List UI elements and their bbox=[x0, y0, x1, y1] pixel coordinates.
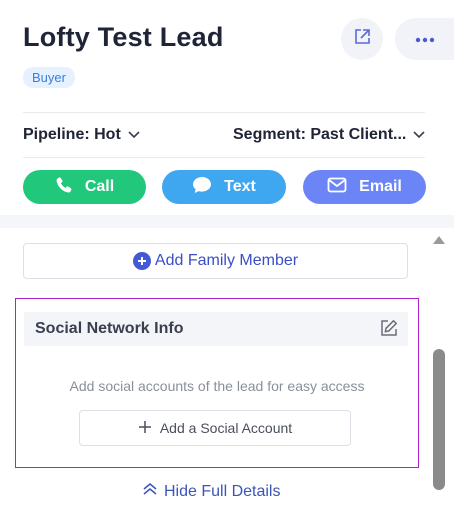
chat-icon bbox=[192, 176, 212, 199]
share-button[interactable] bbox=[341, 18, 383, 60]
segment-dropdown[interactable]: Segment: Past Client... bbox=[233, 126, 426, 144]
hide-full-details-link[interactable]: Hide Full Details bbox=[142, 482, 280, 501]
scrollbar-thumb[interactable] bbox=[433, 349, 445, 490]
add-family-member-button[interactable]: Add Family Member bbox=[23, 243, 408, 279]
email-label: Email bbox=[359, 178, 402, 195]
lead-type-badge[interactable]: Buyer bbox=[23, 67, 75, 88]
social-network-hint: Add social accounts of the lead for easy… bbox=[69, 378, 365, 394]
add-social-account-button[interactable]: Add a Social Account bbox=[79, 410, 351, 446]
share-icon bbox=[352, 27, 372, 52]
call-button[interactable]: Call bbox=[23, 170, 146, 204]
add-family-member-label: Add Family Member bbox=[154, 252, 299, 269]
social-network-header: Social Network Info bbox=[24, 312, 408, 346]
add-social-account-label: Add a Social Account bbox=[159, 420, 293, 436]
call-label: Call bbox=[84, 178, 115, 195]
scroll-up-arrow-icon[interactable] bbox=[433, 236, 445, 244]
more-icon bbox=[415, 30, 435, 48]
divider bbox=[23, 157, 425, 158]
social-network-section: Social Network Info Add social accounts … bbox=[15, 298, 419, 468]
plus-icon bbox=[138, 420, 152, 437]
chevron-down-icon bbox=[412, 126, 426, 144]
mail-icon bbox=[327, 177, 347, 198]
edit-icon[interactable] bbox=[380, 319, 398, 342]
lead-name: Lofty Test Lead bbox=[23, 22, 224, 52]
pipeline-label: Pipeline: Hot bbox=[23, 126, 121, 143]
email-button[interactable]: Email bbox=[303, 170, 426, 204]
double-chevron-up-icon bbox=[142, 482, 158, 501]
text-button[interactable]: Text bbox=[162, 170, 286, 204]
phone-icon bbox=[55, 176, 73, 199]
pipeline-dropdown[interactable]: Pipeline: Hot bbox=[23, 126, 141, 144]
hide-full-details-label: Hide Full Details bbox=[164, 482, 281, 500]
chevron-down-icon bbox=[127, 126, 141, 144]
lead-header: Lofty Test Lead Buyer Pipeline: Hot Segm… bbox=[0, 0, 454, 215]
scrollbar[interactable] bbox=[430, 228, 454, 510]
segment-label: Segment: Past Client... bbox=[233, 126, 407, 143]
text-label: Text bbox=[224, 178, 256, 195]
section-separator bbox=[0, 215, 454, 228]
plus-circle-icon bbox=[132, 252, 151, 270]
lead-details-panel: Add Family Member Social Network Info Ad… bbox=[0, 228, 430, 510]
more-options-button[interactable] bbox=[395, 18, 454, 60]
divider bbox=[23, 112, 425, 113]
social-network-title: Social Network Info bbox=[35, 320, 184, 337]
